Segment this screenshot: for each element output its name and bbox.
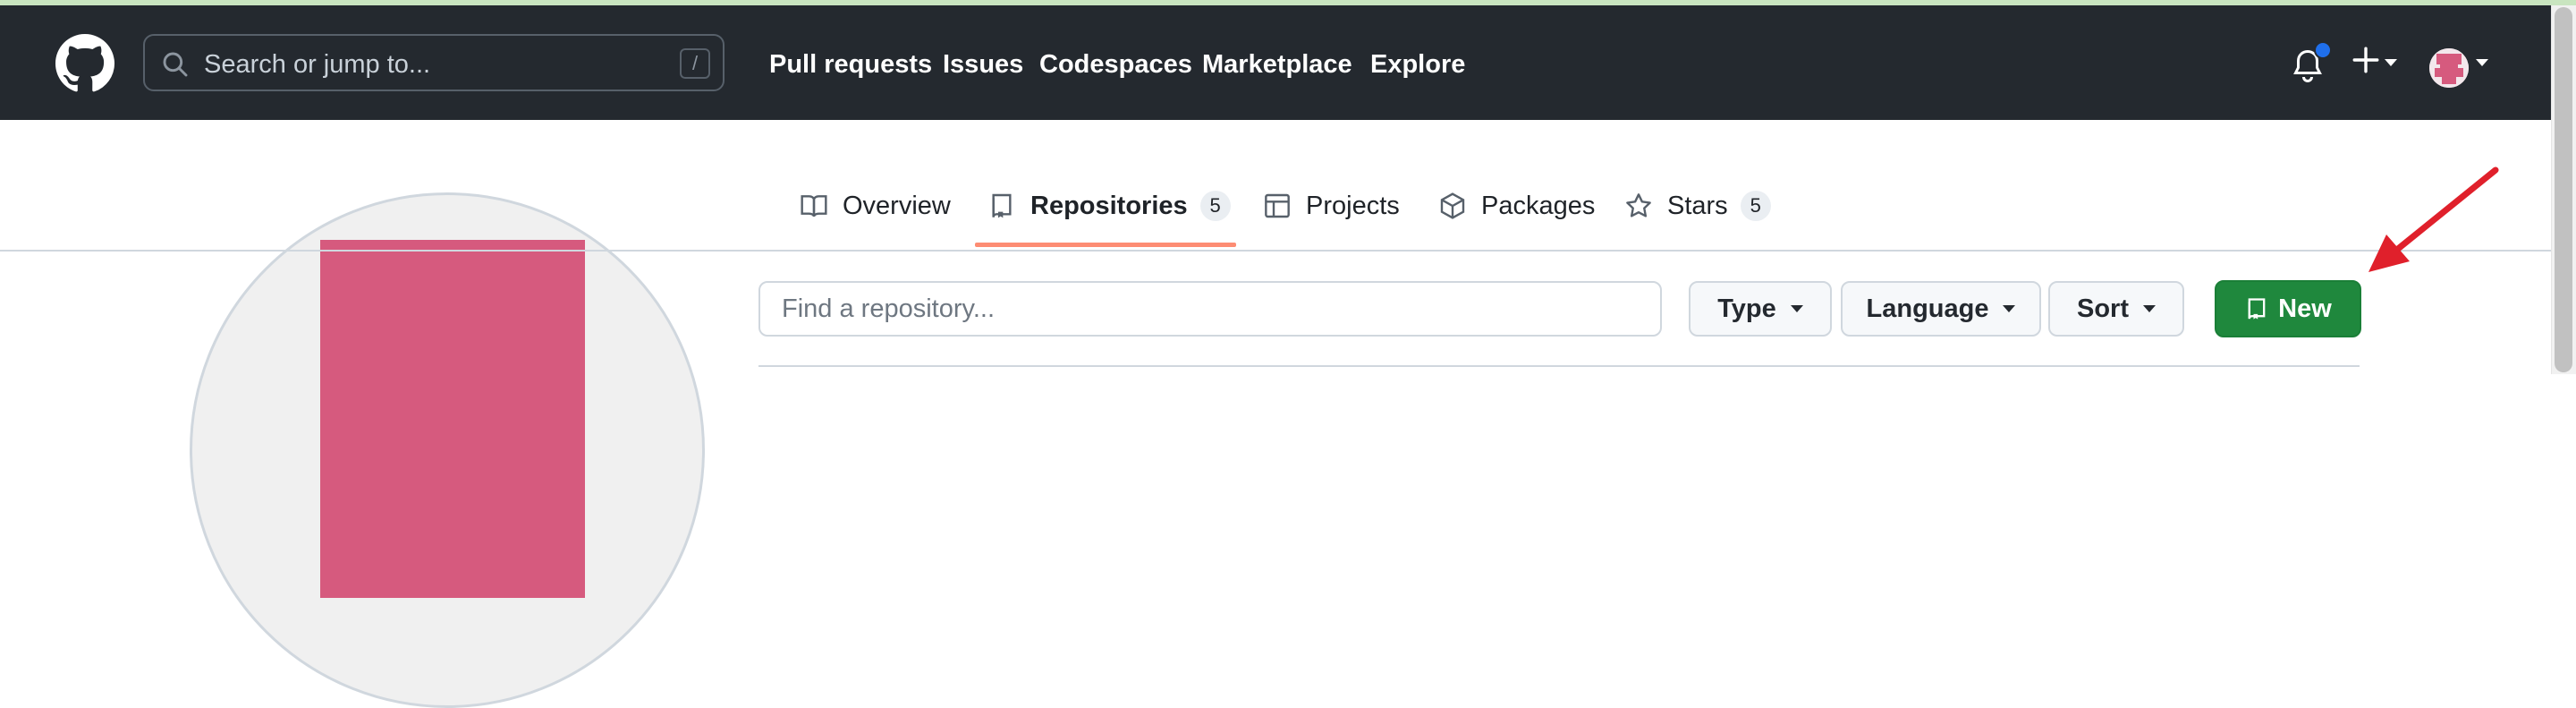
plus-icon[interactable] — [2351, 45, 2381, 75]
nav-explore[interactable]: Explore — [1370, 50, 1465, 80]
tab-repositories[interactable]: Repositories 5 — [987, 184, 1231, 227]
create-dropdown-caret-icon[interactable] — [2385, 59, 2397, 66]
repositories-count-badge: 5 — [1199, 191, 1231, 221]
star-icon — [1626, 193, 1651, 218]
tab-stars[interactable]: Stars 5 — [1624, 184, 1771, 227]
chevron-down-icon — [2003, 305, 2016, 312]
tab-stars-label: Stars — [1667, 191, 1728, 220]
global-header: Search or jump to... / Pull requests Iss… — [0, 5, 2551, 120]
sort-filter-button[interactable]: Sort — [2048, 281, 2184, 337]
chevron-down-icon — [1790, 305, 1803, 312]
type-filter-button[interactable]: Type — [1689, 281, 1832, 337]
user-avatar-image — [2429, 48, 2469, 88]
repo-icon — [992, 193, 1012, 218]
repo-icon — [2248, 298, 2266, 320]
repo-list-divider — [758, 365, 2360, 367]
user-avatar[interactable] — [2429, 48, 2469, 88]
find-repository-input[interactable]: Find a repository... — [758, 281, 1662, 337]
global-search-input[interactable]: Search or jump to... / — [143, 34, 724, 91]
book-icon — [801, 195, 827, 218]
sort-filter-label: Sort — [2077, 294, 2129, 323]
user-menu-caret-icon[interactable] — [2476, 59, 2488, 66]
tab-overview[interactable]: Overview — [800, 184, 951, 227]
tab-overview-label: Overview — [843, 191, 951, 220]
search-placeholder: Search or jump to... — [204, 50, 431, 79]
tab-packages-label: Packages — [1481, 191, 1596, 220]
chevron-down-icon — [2143, 305, 2156, 312]
tab-projects-label: Projects — [1306, 191, 1400, 220]
new-repository-button[interactable]: New — [2215, 280, 2361, 337]
new-repository-label: New — [2278, 294, 2332, 323]
package-icon — [1440, 192, 1465, 219]
tab-projects[interactable]: Projects — [1263, 184, 1400, 227]
github-logo-icon[interactable] — [55, 34, 114, 93]
table-icon — [1265, 193, 1290, 218]
nav-codespaces[interactable]: Codespaces — [1039, 50, 1192, 80]
type-filter-label: Type — [1717, 294, 1776, 323]
selected-tab-indicator — [975, 243, 1236, 247]
nav-pull-requests[interactable]: Pull requests — [769, 50, 932, 80]
tab-repositories-label: Repositories — [1030, 191, 1188, 220]
tab-packages[interactable]: Packages — [1438, 184, 1595, 227]
nav-issues[interactable]: Issues — [943, 50, 1023, 80]
language-filter-label: Language — [1866, 294, 1989, 323]
stars-count-badge: 5 — [1740, 191, 1771, 221]
tabs-divider — [0, 250, 2551, 252]
search-shortcut-key: / — [680, 48, 710, 79]
nav-marketplace[interactable]: Marketplace — [1202, 50, 1352, 80]
profile-avatar-identicon — [320, 240, 585, 598]
notification-indicator — [2314, 41, 2332, 59]
profile-avatar — [190, 192, 705, 708]
page-scrollbar-thumb[interactable] — [2555, 7, 2572, 372]
language-filter-button[interactable]: Language — [1841, 281, 2041, 337]
search-icon — [163, 52, 188, 77]
